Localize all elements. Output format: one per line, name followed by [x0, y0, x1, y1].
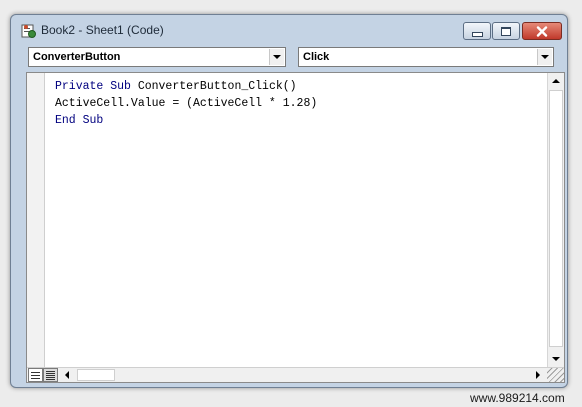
scroll-up-icon[interactable]: [548, 73, 564, 90]
code-line[interactable]: Private Sub ConverterButton_Click(): [55, 78, 317, 95]
minimize-button[interactable]: [463, 22, 491, 40]
close-button[interactable]: [522, 22, 562, 40]
horizontal-scroll-thumb[interactable]: [77, 369, 115, 381]
editor-bottom-bar: [27, 367, 564, 382]
vertical-scrollbar[interactable]: [547, 73, 564, 367]
scroll-down-icon[interactable]: [548, 350, 564, 367]
procedure-dropdown[interactable]: Click: [298, 47, 554, 67]
close-icon: [536, 25, 548, 37]
code-line[interactable]: ActiveCell.Value = (ActiveCell * 1.28): [55, 95, 317, 112]
code-text-segment: ConverterButton_Click(): [130, 80, 297, 93]
code-line[interactable]: End Sub: [55, 112, 317, 129]
minimize-icon: [471, 32, 483, 37]
title-bar[interactable]: Book2 - Sheet1 (Code): [11, 15, 567, 43]
code-keyword: Private Sub: [55, 80, 131, 93]
vba-code-icon: [21, 24, 36, 38]
code-window: Book2 - Sheet1 (Code) ConverterButton Cl…: [10, 14, 568, 388]
code-text-segment: ActiveCell.Value = (ActiveCell * 1.28): [55, 97, 318, 110]
code-text[interactable]: Private Sub ConverterButton_Click() Acti…: [55, 78, 317, 129]
horizontal-scrollbar[interactable]: [60, 368, 546, 382]
scroll-right-icon[interactable]: [530, 368, 546, 382]
code-keyword: End Sub: [55, 114, 104, 127]
margin-indicator-bar[interactable]: [27, 73, 45, 367]
full-module-view-button[interactable]: [43, 368, 58, 382]
window-title: Book2 - Sheet1 (Code): [41, 23, 164, 37]
chevron-down-icon[interactable]: [269, 49, 284, 65]
vertical-scroll-thumb[interactable]: [549, 90, 563, 347]
maximize-icon: [501, 26, 511, 36]
object-dropdown[interactable]: ConverterButton: [28, 47, 286, 67]
procedure-view-button[interactable]: [28, 368, 43, 382]
procedure-dropdown-value: Click: [303, 51, 330, 63]
scroll-left-icon[interactable]: [60, 368, 76, 382]
resize-grip-icon[interactable]: [547, 368, 564, 382]
watermark: www.989214.com: [470, 391, 565, 405]
object-dropdown-value: ConverterButton: [33, 51, 121, 63]
code-editor[interactable]: Private Sub ConverterButton_Click() Acti…: [26, 72, 565, 383]
chevron-down-icon[interactable]: [537, 49, 552, 65]
maximize-button[interactable]: [492, 22, 520, 40]
